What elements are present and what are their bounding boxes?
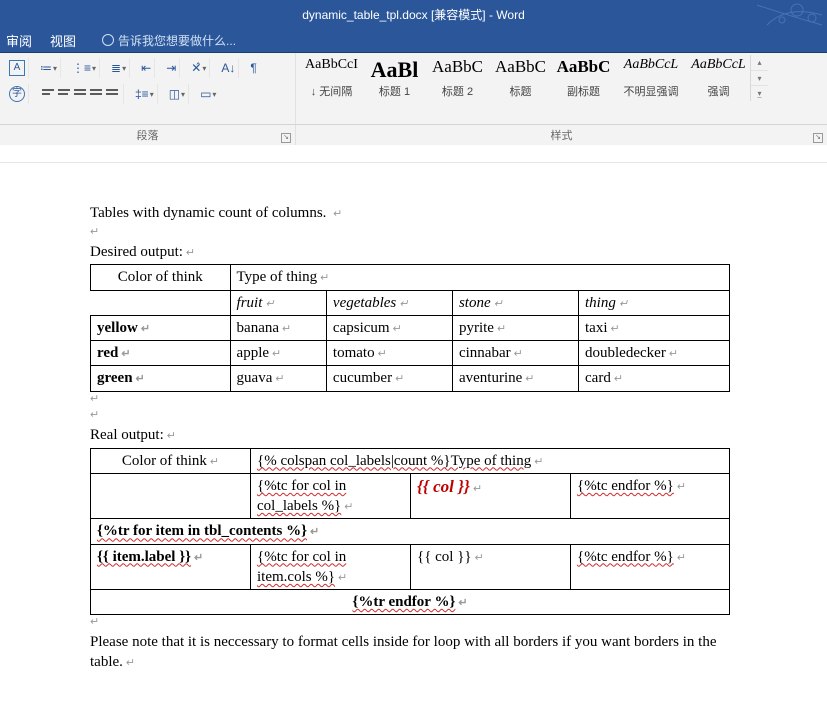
ruler[interactable] <box>0 145 827 163</box>
styles-scroll: ▴ ▾ ▾̲ <box>750 55 768 101</box>
table-row: {%tr endfor %}↵ <box>91 590 730 615</box>
real-h2: {% colspan col_labels|count %}Type of th… <box>251 448 730 473</box>
title-decor <box>687 0 827 28</box>
real-table: Color of think↵ {% colspan col_labels|co… <box>90 448 730 616</box>
style-title[interactable]: AaBbC 标题 <box>489 55 552 101</box>
tell-me[interactable]: 告诉我您想要做什么... <box>102 32 236 49</box>
multilevel-button[interactable]: ≣▾ <box>108 58 130 78</box>
intro-line: Tables with dynamic count of columns. ↵ <box>90 203 757 223</box>
desired-table: Color of think Type of thing↵ fruit↵ veg… <box>90 264 730 391</box>
style-subtle-emphasis[interactable]: AaBbCcL 不明显强调 <box>615 55 687 101</box>
table-row: fruit↵ vegetables↵ stone↵ thing↵ <box>91 290 730 315</box>
paragraph-label: 段落 ↘ <box>0 125 296 145</box>
align-distribute-button[interactable] <box>105 88 119 100</box>
style-subtitle[interactable]: AaBbC 副标题 <box>552 55 615 101</box>
row-label: red↵ <box>91 341 231 366</box>
align-center-button[interactable] <box>57 88 71 100</box>
note: Please note that it is neccessary to for… <box>90 632 757 673</box>
sub-thing: thing↵ <box>579 290 730 315</box>
tc-endfor-cols: {%tc endfor %}↵ <box>571 544 730 590</box>
real-h1: Color of think↵ <box>91 448 251 473</box>
group-labels: 段落 ↘ 样式 ↘ <box>0 125 827 145</box>
style-no-spacing[interactable]: AaBbCcI ↓ 无间隔 <box>300 55 363 101</box>
styles-group: AaBbCcI ↓ 无间隔 AaBl 标题 1 AaBbC 标题 2 AaBbC… <box>296 53 827 124</box>
align-left-button[interactable] <box>41 88 55 100</box>
table-row: red↵ apple↵ tomato↵ cinnabar↵ doubledeck… <box>91 341 730 366</box>
font-box-button[interactable]: A <box>6 58 29 78</box>
tr-for: {%tr for item in tbl_contents %}↵ <box>91 519 730 544</box>
title-bar: dynamic_table_tpl.docx [兼容模式] - Word <box>0 0 827 28</box>
tc-endfor: {%tc endfor %}↵ <box>571 473 730 519</box>
title-text: dynamic_table_tpl.docx [兼容模式] - Word <box>302 6 525 23</box>
style-heading2[interactable]: AaBbC 标题 2 <box>426 55 489 101</box>
table-row: {{ item.label }}↵ {%tc for col in item.c… <box>91 544 730 590</box>
borders-button[interactable]: ▭▾ <box>197 84 219 104</box>
styles-dialog-launcher[interactable]: ↘ <box>813 133 823 143</box>
ribbon-tabs: 审阅 视图 告诉我您想要做什么... <box>0 28 827 53</box>
col-inner: {{ col }}↵ <box>411 544 571 590</box>
tc-for-cols: {%tc for col in item.cols %}↵ <box>251 544 411 590</box>
para-mark: ↵ <box>90 225 757 240</box>
row-label: yellow↵ <box>91 315 231 340</box>
tab-view[interactable]: 视图 <box>50 31 76 50</box>
row-label: green↵ <box>91 366 231 391</box>
style-heading1[interactable]: AaBl 标题 1 <box>363 55 426 101</box>
paragraph-group: A ≔▾ ⋮≡▾ ≣▾ ⇤ ⇥ ✕̂▾ A↓ ¶ 字 ‡≡▾ ◫▾ ▭▾ <box>0 53 296 124</box>
styles-scroll-down[interactable]: ▾ <box>751 71 768 87</box>
increase-indent-button[interactable]: ⇥ <box>163 58 180 78</box>
paragraph-dialog-launcher[interactable]: ↘ <box>281 133 291 143</box>
tab-review[interactable]: 审阅 <box>6 31 32 50</box>
bullets-button[interactable]: ≔▾ <box>37 58 61 78</box>
numbering-button[interactable]: ⋮≡▾ <box>69 58 100 78</box>
show-marks-button[interactable]: ¶ <box>247 58 259 78</box>
sub-fruit: fruit↵ <box>230 290 326 315</box>
table-row: yellow↵ banana↵ capsicum↵ pyrite↵ taxi↵ <box>91 315 730 340</box>
bulb-icon <box>102 34 114 46</box>
align-right-button[interactable] <box>73 88 87 100</box>
desired-h1: Color of think <box>91 265 231 290</box>
document-area[interactable]: Tables with dynamic count of columns. ↵ … <box>0 163 827 719</box>
item-label: {{ item.label }}↵ <box>91 544 251 590</box>
tell-me-text: 告诉我您想要做什么... <box>118 32 236 49</box>
table-row: {%tc for col in col_labels %}↵ {{ col }}… <box>91 473 730 519</box>
shading-button[interactable]: ◫▾ <box>166 84 189 104</box>
para-mark: ↵ <box>90 615 757 630</box>
col-placeholder: {{ col }}↵ <box>411 473 571 519</box>
desired-label: Desired output:↵ <box>90 242 757 262</box>
table-row: green↵ guava↵ cucumber↵ aventurine↵ card… <box>91 366 730 391</box>
decrease-indent-button[interactable]: ⇤ <box>138 58 155 78</box>
sub-stone: stone↵ <box>452 290 578 315</box>
tr-endfor: {%tr endfor %}↵ <box>91 590 730 615</box>
desired-h2: Type of thing↵ <box>230 265 729 290</box>
table-row: Color of think Type of thing↵ <box>91 265 730 290</box>
table-row: {%tr for item in tbl_contents %}↵ <box>91 519 730 544</box>
page: Tables with dynamic count of columns. ↵ … <box>28 171 817 715</box>
ribbon: A ≔▾ ⋮≡▾ ≣▾ ⇤ ⇥ ✕̂▾ A↓ ¶ 字 ‡≡▾ ◫▾ ▭▾ <box>0 53 827 125</box>
align-buttons[interactable] <box>37 84 124 104</box>
para-mark: ↵ <box>90 408 757 423</box>
sort-button[interactable]: A↓ <box>218 58 239 78</box>
real-label: Real output:↵ <box>90 425 757 445</box>
styles-scroll-more[interactable]: ▾̲ <box>751 86 768 101</box>
char-box-button[interactable]: 字 <box>6 84 29 104</box>
align-justify-button[interactable] <box>89 88 103 100</box>
asian-layout-button[interactable]: ✕̂▾ <box>188 58 210 78</box>
styles-scroll-up[interactable]: ▴ <box>751 55 768 71</box>
line-spacing-button[interactable]: ‡≡▾ <box>132 84 158 104</box>
para-mark: ↵ <box>90 392 757 407</box>
style-emphasis[interactable]: AaBbCcL 强调 <box>687 55 750 101</box>
tc-for: {%tc for col in col_labels %}↵ <box>251 473 411 519</box>
table-row: Color of think↵ {% colspan col_labels|co… <box>91 448 730 473</box>
sub-vegetables: vegetables↵ <box>326 290 452 315</box>
styles-label: 样式 ↘ <box>296 125 827 145</box>
styles-gallery: AaBbCcI ↓ 无间隔 AaBl 标题 1 AaBbC 标题 2 AaBbC… <box>296 53 827 101</box>
